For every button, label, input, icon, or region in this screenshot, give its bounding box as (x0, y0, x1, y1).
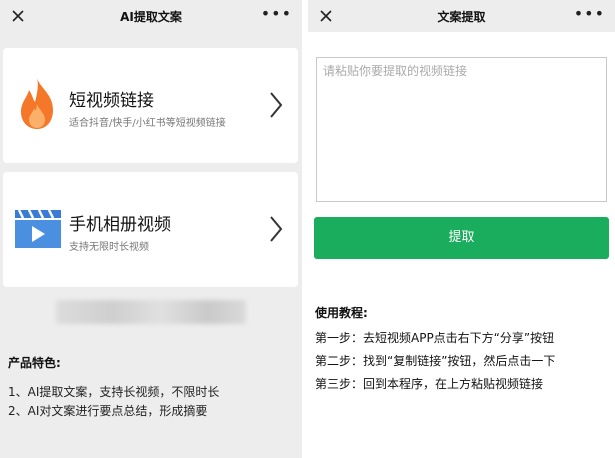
chevron-right-icon (270, 216, 283, 242)
left-screen: AI提取文案 ••• 短视频链接 适合抖音/快手/小红书等短视频链接 手机相册视… (0, 0, 302, 458)
page-title: AI提取文案 (120, 10, 182, 24)
card-title: 短视频链接 (69, 91, 154, 111)
link-input-box (316, 57, 607, 202)
chevron-right-icon (270, 92, 283, 118)
phone-album-video-card[interactable]: 手机相册视频 支持无限时长视频 (3, 172, 298, 287)
extract-button[interactable]: 提取 (314, 217, 609, 259)
video-clapper-icon (15, 209, 61, 248)
feature-item: 2、AI对文案进行要点总结，形成摘要 (8, 404, 208, 418)
card-title: 手机相册视频 (69, 215, 171, 235)
left-navbar: AI提取文案 ••• (0, 0, 302, 32)
blurred-content (56, 300, 246, 324)
card-desc: 适合抖音/快手/小红书等短视频链接 (69, 118, 226, 129)
tutorial-step: 第二步：找到“复制链接”按钮，然后点击一下 (315, 354, 556, 368)
more-icon[interactable]: ••• (261, 4, 292, 23)
card-desc: 支持无限时长视频 (69, 242, 149, 253)
right-screen: 文案提取 ••• 提取 使用教程: 第一步：去短视频APP点击右下方“分享”按钮… (308, 0, 615, 458)
more-icon[interactable]: ••• (574, 4, 605, 23)
tutorial-step: 第三步：回到本程序，在上方粘贴视频链接 (315, 377, 544, 391)
tutorial-step: 第一步：去短视频APP点击右下方“分享”按钮 (315, 331, 555, 345)
product-features: 产品特色: 1、AI提取文案，支持长视频，不限时长 2、AI对文案进行要点总结，… (8, 354, 219, 421)
short-video-link-card[interactable]: 短视频链接 适合抖音/快手/小红书等短视频链接 (3, 48, 298, 163)
flame-icon (21, 78, 53, 129)
link-input[interactable] (317, 58, 606, 201)
right-navbar: 文案提取 ••• (308, 0, 615, 32)
feature-item: 1、AI提取文案，支持长视频，不限时长 (8, 385, 220, 399)
features-title: 产品特色: (8, 356, 61, 370)
tutorial-title: 使用教程: (315, 306, 368, 320)
page-title: 文案提取 (437, 10, 486, 24)
tutorial: 使用教程: 第一步：去短视频APP点击右下方“分享”按钮 第二步：找到“复制链接… (315, 304, 555, 396)
